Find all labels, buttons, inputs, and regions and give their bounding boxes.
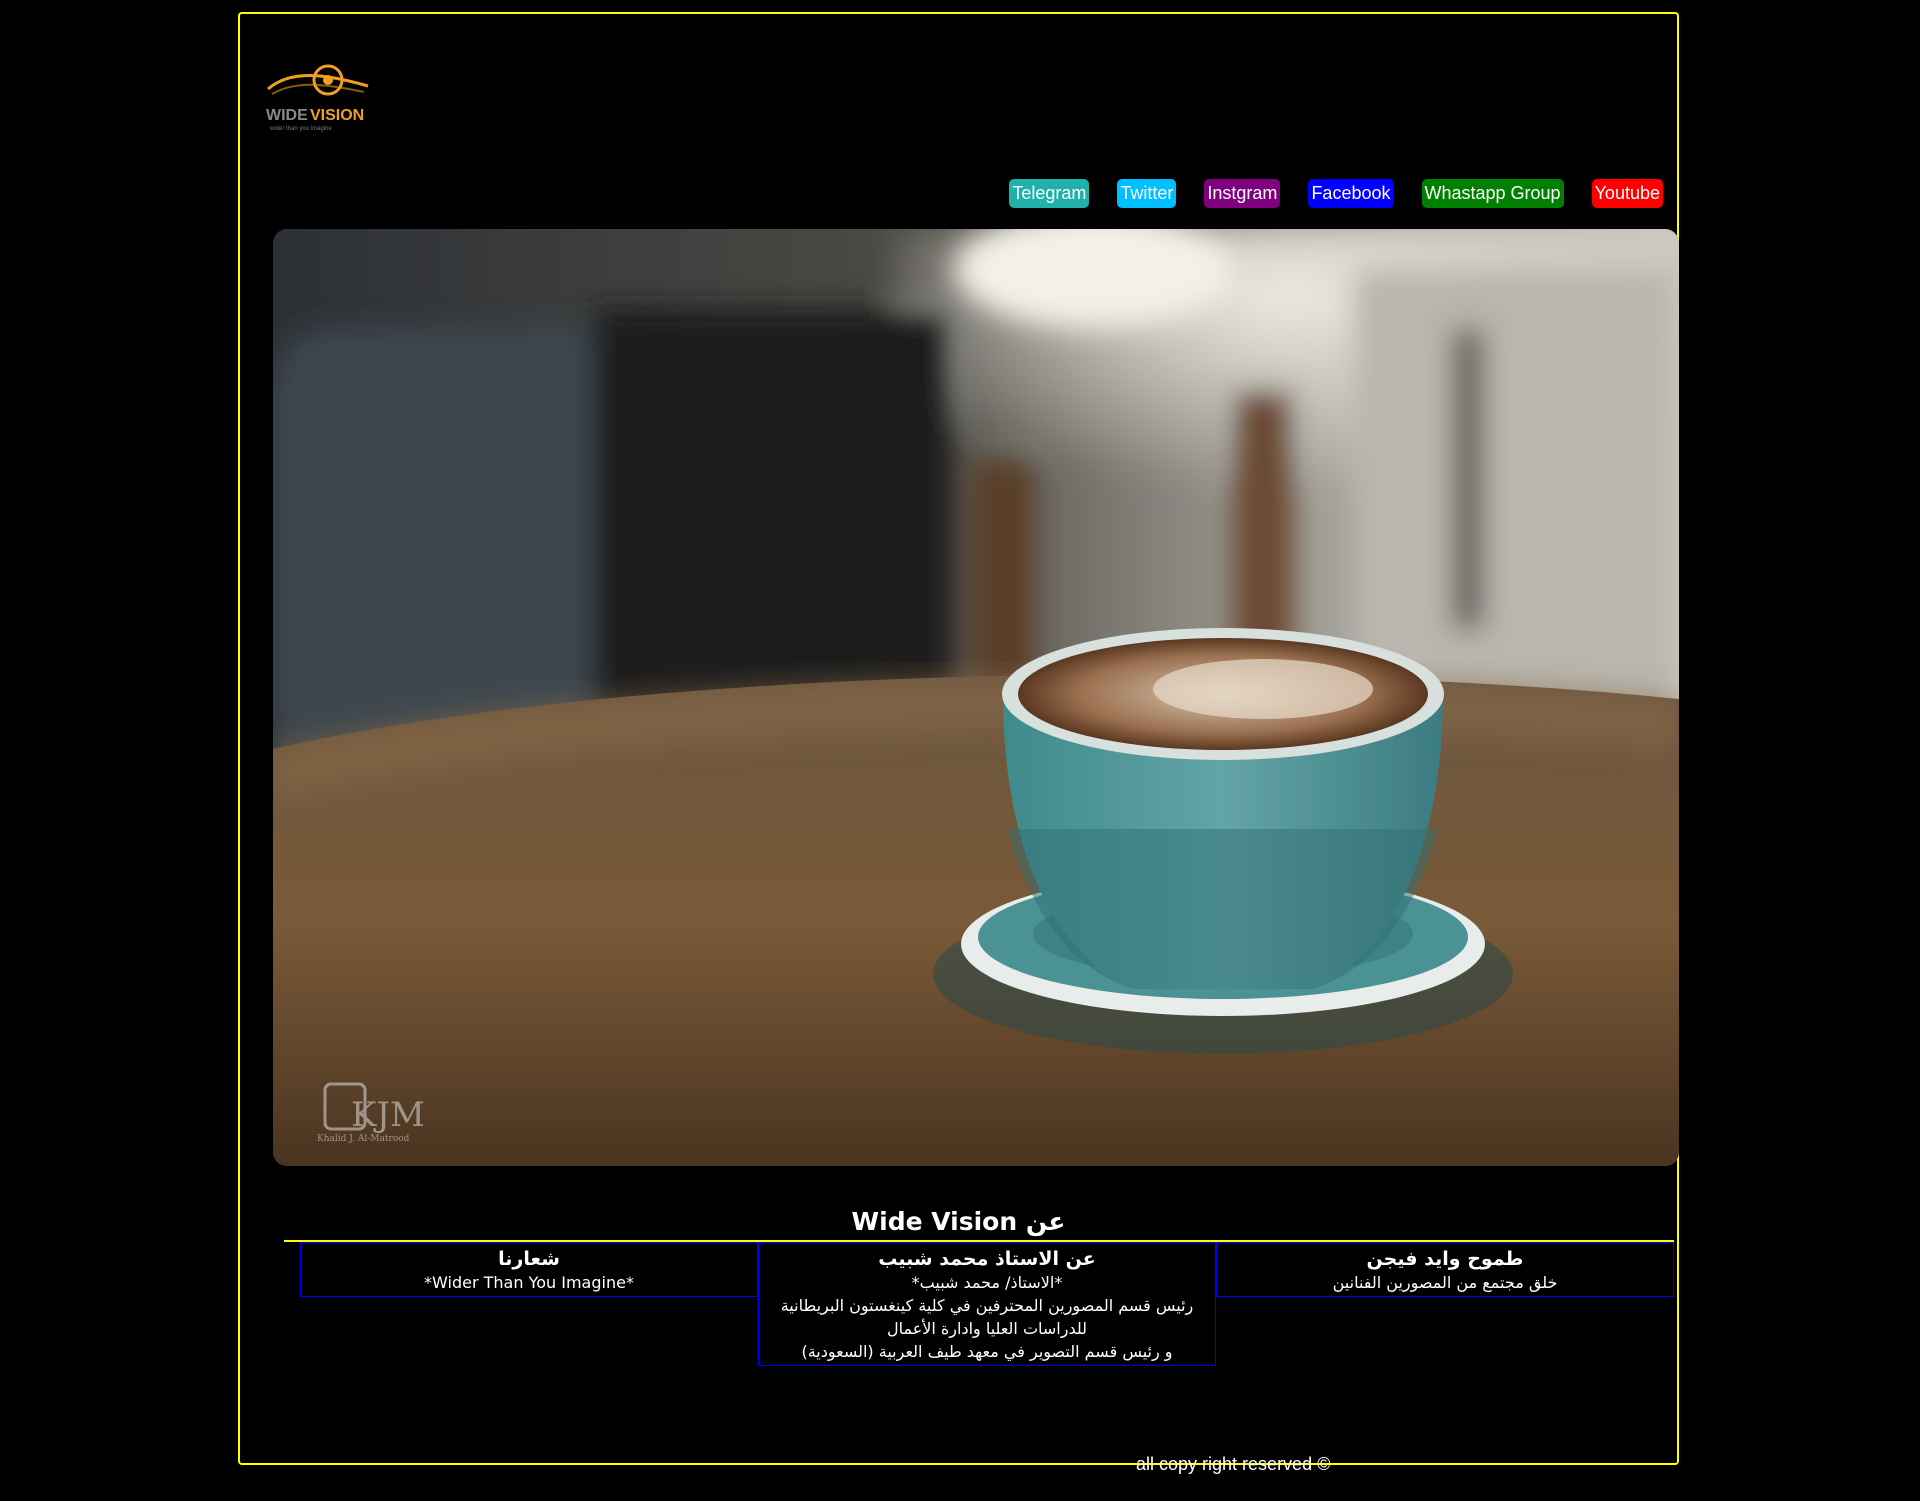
slogan-column: شعارنا *Wider Than You Imagine* (300, 1242, 758, 1297)
svg-text:KJM: KJM (351, 1095, 425, 1135)
svg-text:wider than you imagine: wider than you imagine (269, 126, 332, 132)
nav-link-instagram[interactable]: Instgram (1204, 179, 1281, 208)
footer-copyright: all copy right reserved © (1136, 1454, 1331, 1474)
svg-text:VISION: VISION (310, 107, 364, 124)
nav-link-twitter[interactable]: Twitter (1117, 179, 1177, 208)
ambition-column: طموح وايد فيجن خلق مجتمع من المصورين الف… (1216, 1242, 1674, 1297)
wide-vision-logo[interactable]: WIDE VISION wider than you imagine (266, 54, 376, 134)
ambition-heading: طموح وايد فيجن (1366, 1248, 1524, 1270)
about-title: عن Wide Vision (851, 1207, 1066, 1236)
instructor-line: للدراسات العليا وادارة الأعمال (886, 1319, 1088, 1338)
instructor-heading: عن الاستاذ محمد شبيب (878, 1248, 1096, 1270)
instructor-column: عن الاستاذ محمد شبيب *الاستاذ/ محمد شبيب… (758, 1242, 1216, 1366)
instructor-line: رئيس قسم المصورين المحترفين في كلية كينغ… (780, 1296, 1194, 1315)
page-frame: WIDE VISION wider than you imagine Teleg… (238, 12, 1679, 1474)
nav-link-facebook[interactable]: Facebook (1308, 179, 1394, 208)
nav-link-whatsapp-group[interactable]: Whastapp Group (1421, 179, 1564, 208)
svg-text:WIDE: WIDE (266, 107, 308, 124)
instructor-line: *الاستاذ/ محمد شبيب* (911, 1273, 1063, 1292)
nav-link-telegram[interactable]: Telegram (1009, 179, 1090, 208)
slogan-text: *Wider Than You Imagine* (424, 1273, 634, 1292)
about-columns: طموح وايد فيجن خلق مجتمع من المصورين الف… (284, 1240, 1674, 1372)
hero-image: KJM Khalid J. Al-Matrood (273, 229, 1679, 1166)
svg-text:Khalid J. Al-Matrood: Khalid J. Al-Matrood (317, 1134, 410, 1144)
instructor-line: و رئيس قسم التصوير في معهد طيف العربية (… (801, 1342, 1173, 1361)
social-nav: Telegram Twitter Instgram Facebook Whast… (1009, 179, 1663, 208)
slogan-heading: شعارنا (498, 1248, 560, 1270)
nav-link-youtube[interactable]: Youtube (1591, 179, 1663, 208)
ambition-text: خلق مجتمع من المصورين الفنانين (1332, 1273, 1558, 1292)
